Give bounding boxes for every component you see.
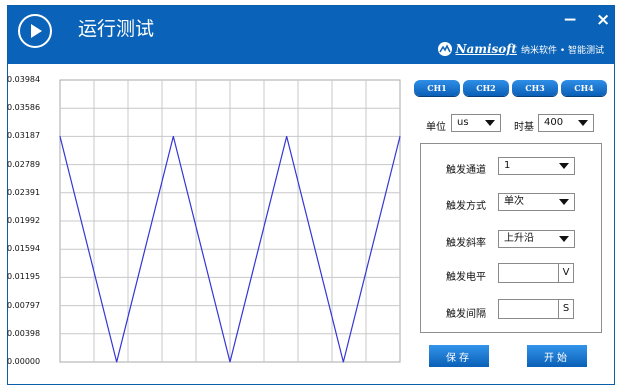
waveform-point (172, 135, 174, 137)
trigger-interval-label: 触发间隔 (446, 309, 486, 320)
y-tick-label: 0.00000 (7, 357, 41, 366)
timebase-select[interactable]: 400 (538, 114, 594, 132)
save-button[interactable]: 保存 (429, 345, 489, 367)
chevron-down-icon (578, 120, 588, 126)
unit-select-value: us (457, 117, 469, 128)
unit-label: 单位 (426, 122, 446, 133)
chevron-down-icon (559, 236, 569, 242)
trigger-interval-input[interactable]: S (498, 299, 574, 319)
minimize-button[interactable]: − (563, 10, 577, 30)
plot-area (59, 79, 401, 363)
trigger-slope-label: 触发斜率 (446, 238, 486, 249)
trigger-channel-select[interactable]: 1 (498, 157, 575, 175)
y-tick-label: 0.03187 (7, 131, 41, 141)
trigger-channel-value: 1 (504, 160, 511, 171)
brand: Namisoft 纳米软件 • 智能测试 (437, 42, 604, 56)
waveform-point (286, 135, 288, 137)
y-tick-label: 0.01594 (7, 244, 41, 254)
y-tick-label: 0.02789 (7, 159, 41, 169)
channel-button-ch2[interactable]: CH2 (463, 80, 509, 96)
brand-logo-text: Namisoft (455, 42, 517, 56)
waveform-point (59, 135, 61, 137)
y-tick-label: 0.03586 (7, 103, 41, 113)
start-button[interactable]: 开始 (527, 345, 587, 367)
trigger-slope-select[interactable]: 上升沿 (498, 230, 575, 248)
timebase-select-value: 400 (544, 117, 564, 128)
brand-tagline: 纳米软件 • 智能测试 (520, 45, 604, 56)
trigger-slope-value: 上升沿 (504, 233, 534, 244)
trigger-mode-select[interactable]: 单次 (498, 193, 575, 211)
window-title: 运行测试 (78, 18, 155, 40)
waveform-point (399, 135, 401, 137)
trigger-level-label: 触发电平 (446, 272, 486, 283)
close-button[interactable]: × (596, 10, 610, 30)
y-tick-label: 0.00398 (7, 328, 41, 338)
trigger-channel-label: 触发通道 (446, 165, 486, 176)
brand-logo-icon (437, 42, 452, 56)
title-bar: 运行测试 − × Namisoft 纳米软件 • 智能测试 (8, 6, 614, 64)
trigger-mode-value: 单次 (504, 196, 524, 207)
y-tick-label: 0.03984 (7, 75, 41, 84)
y-tick-label: 0.01992 (7, 216, 41, 225)
trigger-level-input[interactable]: V (498, 263, 574, 283)
waveform-point (229, 361, 231, 363)
unit-select[interactable]: us (451, 114, 501, 132)
channel-button-ch4[interactable]: CH4 (561, 80, 607, 96)
waveform-point (342, 361, 344, 363)
chevron-down-icon (559, 199, 569, 205)
trigger-interval-unit: S (558, 300, 573, 318)
play-icon[interactable] (18, 14, 52, 48)
y-tick-label: 0.02391 (7, 187, 41, 197)
waveform-point (116, 361, 118, 363)
channel-button-ch1[interactable]: CH1 (414, 80, 460, 96)
chevron-down-icon (485, 120, 495, 126)
channel-button-ch3[interactable]: CH3 (512, 80, 558, 96)
chevron-down-icon (559, 163, 569, 169)
trigger-level-unit: V (558, 264, 573, 282)
y-tick-label: 0.01195 (7, 272, 41, 282)
timebase-label: 时基 (514, 122, 534, 133)
trigger-mode-label: 触发方式 (446, 201, 486, 212)
y-tick-label: 0.00797 (7, 300, 41, 310)
